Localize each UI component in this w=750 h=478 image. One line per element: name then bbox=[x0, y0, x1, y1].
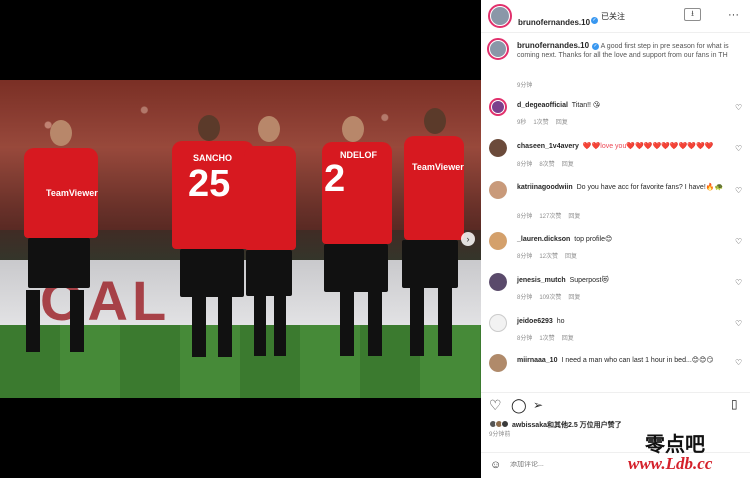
reply-link[interactable]: 回复 bbox=[562, 336, 574, 342]
comment-text: Do you have acc for favorite fans? I hav… bbox=[576, 184, 724, 191]
comment-username[interactable]: jenesis_mutch bbox=[517, 277, 566, 284]
post-time: 9分钟前 bbox=[489, 432, 511, 438]
comment-avatar[interactable] bbox=[489, 314, 507, 332]
reply-link[interactable]: 回复 bbox=[556, 120, 568, 126]
reply-link[interactable]: 回复 bbox=[565, 254, 577, 260]
header-avatar[interactable] bbox=[488, 4, 512, 28]
comment-text: Superpost😻 bbox=[569, 277, 609, 284]
comment-input[interactable] bbox=[510, 461, 620, 468]
reply-link[interactable]: 回复 bbox=[568, 295, 580, 301]
comment-avatar[interactable] bbox=[489, 232, 507, 250]
player-number: 2 bbox=[324, 158, 346, 200]
post-header: brunofernandes.10 ✓ 已关注 ⭳ ··· bbox=[481, 0, 750, 33]
comment-likes[interactable]: 12次赞 bbox=[539, 254, 558, 260]
download-icon[interactable]: ⭳ bbox=[684, 8, 701, 21]
comment-username[interactable]: jeidoe6293 bbox=[517, 318, 553, 325]
player-sponsor: TeamViewer bbox=[412, 162, 464, 172]
comment-time: 8分钟 bbox=[517, 336, 533, 342]
follow-status[interactable]: 已关注 bbox=[601, 11, 625, 22]
comment-like-icon[interactable]: ♡ bbox=[735, 358, 742, 367]
watermark-cn: 零点吧 bbox=[645, 432, 705, 456]
comment-avatar[interactable] bbox=[489, 273, 507, 291]
comment-time: 8分钟 bbox=[517, 162, 533, 168]
liked-by-text: awbissaka和其他2.5 万位用户赞了 bbox=[511, 422, 622, 429]
comment-like-icon[interactable]: ♡ bbox=[735, 186, 742, 195]
comment-like-icon[interactable]: ♡ bbox=[735, 103, 742, 112]
player-lindelof: NDELOF 2 bbox=[318, 116, 398, 380]
watermark: 零点吧 www.Ldb.cc bbox=[620, 426, 745, 476]
comment-text: ho bbox=[556, 318, 565, 325]
player-name: SANCHO bbox=[193, 153, 233, 163]
player-name: NDELOF bbox=[340, 150, 377, 160]
verified-icon: ✓ bbox=[592, 42, 600, 50]
comment-text: ❤️❤️love you❤️❤️❤️❤️❤️❤️❤️❤️❤️❤️ bbox=[582, 143, 714, 150]
header-username[interactable]: brunofernandes.10 ✓ bbox=[518, 12, 599, 30]
comment-text: I need a man who can last 1 hour in bed.… bbox=[561, 357, 714, 364]
comment-time: 9秒 bbox=[517, 120, 527, 126]
comment-username[interactable]: chaseen_1v4avery bbox=[517, 143, 579, 150]
comment-like-icon[interactable]: ♡ bbox=[735, 278, 742, 287]
verified-icon: ✓ bbox=[591, 17, 599, 25]
comment-text: top profile😊 bbox=[574, 236, 613, 243]
player-hugging bbox=[240, 116, 300, 378]
comment-like-icon[interactable]: ♡ bbox=[735, 319, 742, 328]
comment-likes[interactable]: 8次赞 bbox=[539, 162, 554, 168]
share-icon[interactable]: ➢ bbox=[533, 398, 543, 412]
comment-text: Titan!! 😘 bbox=[571, 102, 601, 109]
more-options-icon[interactable]: ··· bbox=[728, 9, 739, 21]
comment-likes[interactable]: 127次赞 bbox=[539, 214, 561, 220]
watermark-url: www.Ldb.cc bbox=[628, 454, 713, 473]
comment-likes[interactable]: 1次赞 bbox=[533, 120, 548, 126]
heart-icon[interactable]: ♡ bbox=[489, 397, 502, 414]
comment-like-icon[interactable]: ♡ bbox=[735, 144, 742, 153]
comment-username[interactable]: d_degeaofficial bbox=[517, 102, 568, 109]
comment-like-icon[interactable]: ♡ bbox=[735, 237, 742, 246]
comment-avatar[interactable] bbox=[489, 139, 507, 157]
caption-time: 9分钟 bbox=[517, 83, 533, 89]
post-photo[interactable]: OAL TeamViewer SANCHO 25 NDELOF 2 TeamVi… bbox=[0, 80, 481, 398]
bookmark-icon[interactable]: ▯ bbox=[731, 397, 738, 411]
comment-time: 8分钟 bbox=[517, 295, 533, 301]
media-viewer: OAL TeamViewer SANCHO 25 NDELOF 2 TeamVi… bbox=[0, 0, 481, 478]
comment-avatar[interactable] bbox=[489, 354, 507, 372]
player-martial: TeamViewer bbox=[398, 108, 468, 378]
comment-avatar[interactable] bbox=[489, 98, 507, 116]
reply-link[interactable]: 回复 bbox=[568, 214, 580, 220]
comments-list: brunofernandes.10 ✓ A good first step in … bbox=[481, 34, 750, 392]
caption-avatar[interactable] bbox=[487, 38, 509, 60]
caption-username[interactable]: brunofernandes.10 bbox=[517, 41, 589, 50]
comment-avatar[interactable] bbox=[489, 181, 507, 199]
comment-username[interactable]: miirnaaa_10 bbox=[517, 357, 557, 364]
comment-username[interactable]: _lauren.dickson bbox=[517, 236, 570, 243]
comment-likes[interactable]: 1次赞 bbox=[539, 336, 554, 342]
comment-icon[interactable]: ◯ bbox=[511, 397, 527, 414]
emoji-icon[interactable]: ☺ bbox=[490, 459, 501, 471]
reply-link[interactable]: 回复 bbox=[562, 162, 574, 168]
post-panel: brunofernandes.10 ✓ 已关注 ⭳ ··· brunofernan… bbox=[481, 0, 750, 478]
comment-likes[interactable]: 109次赞 bbox=[539, 295, 561, 301]
comment-username[interactable]: katriinagoodwiin bbox=[517, 184, 573, 191]
player-left: TeamViewer bbox=[18, 120, 98, 380]
comment-time: 8分钟 bbox=[517, 214, 533, 220]
player-number: 25 bbox=[188, 163, 231, 205]
comment-time: 8分钟 bbox=[517, 254, 533, 260]
next-arrow-icon[interactable]: › bbox=[461, 232, 475, 246]
